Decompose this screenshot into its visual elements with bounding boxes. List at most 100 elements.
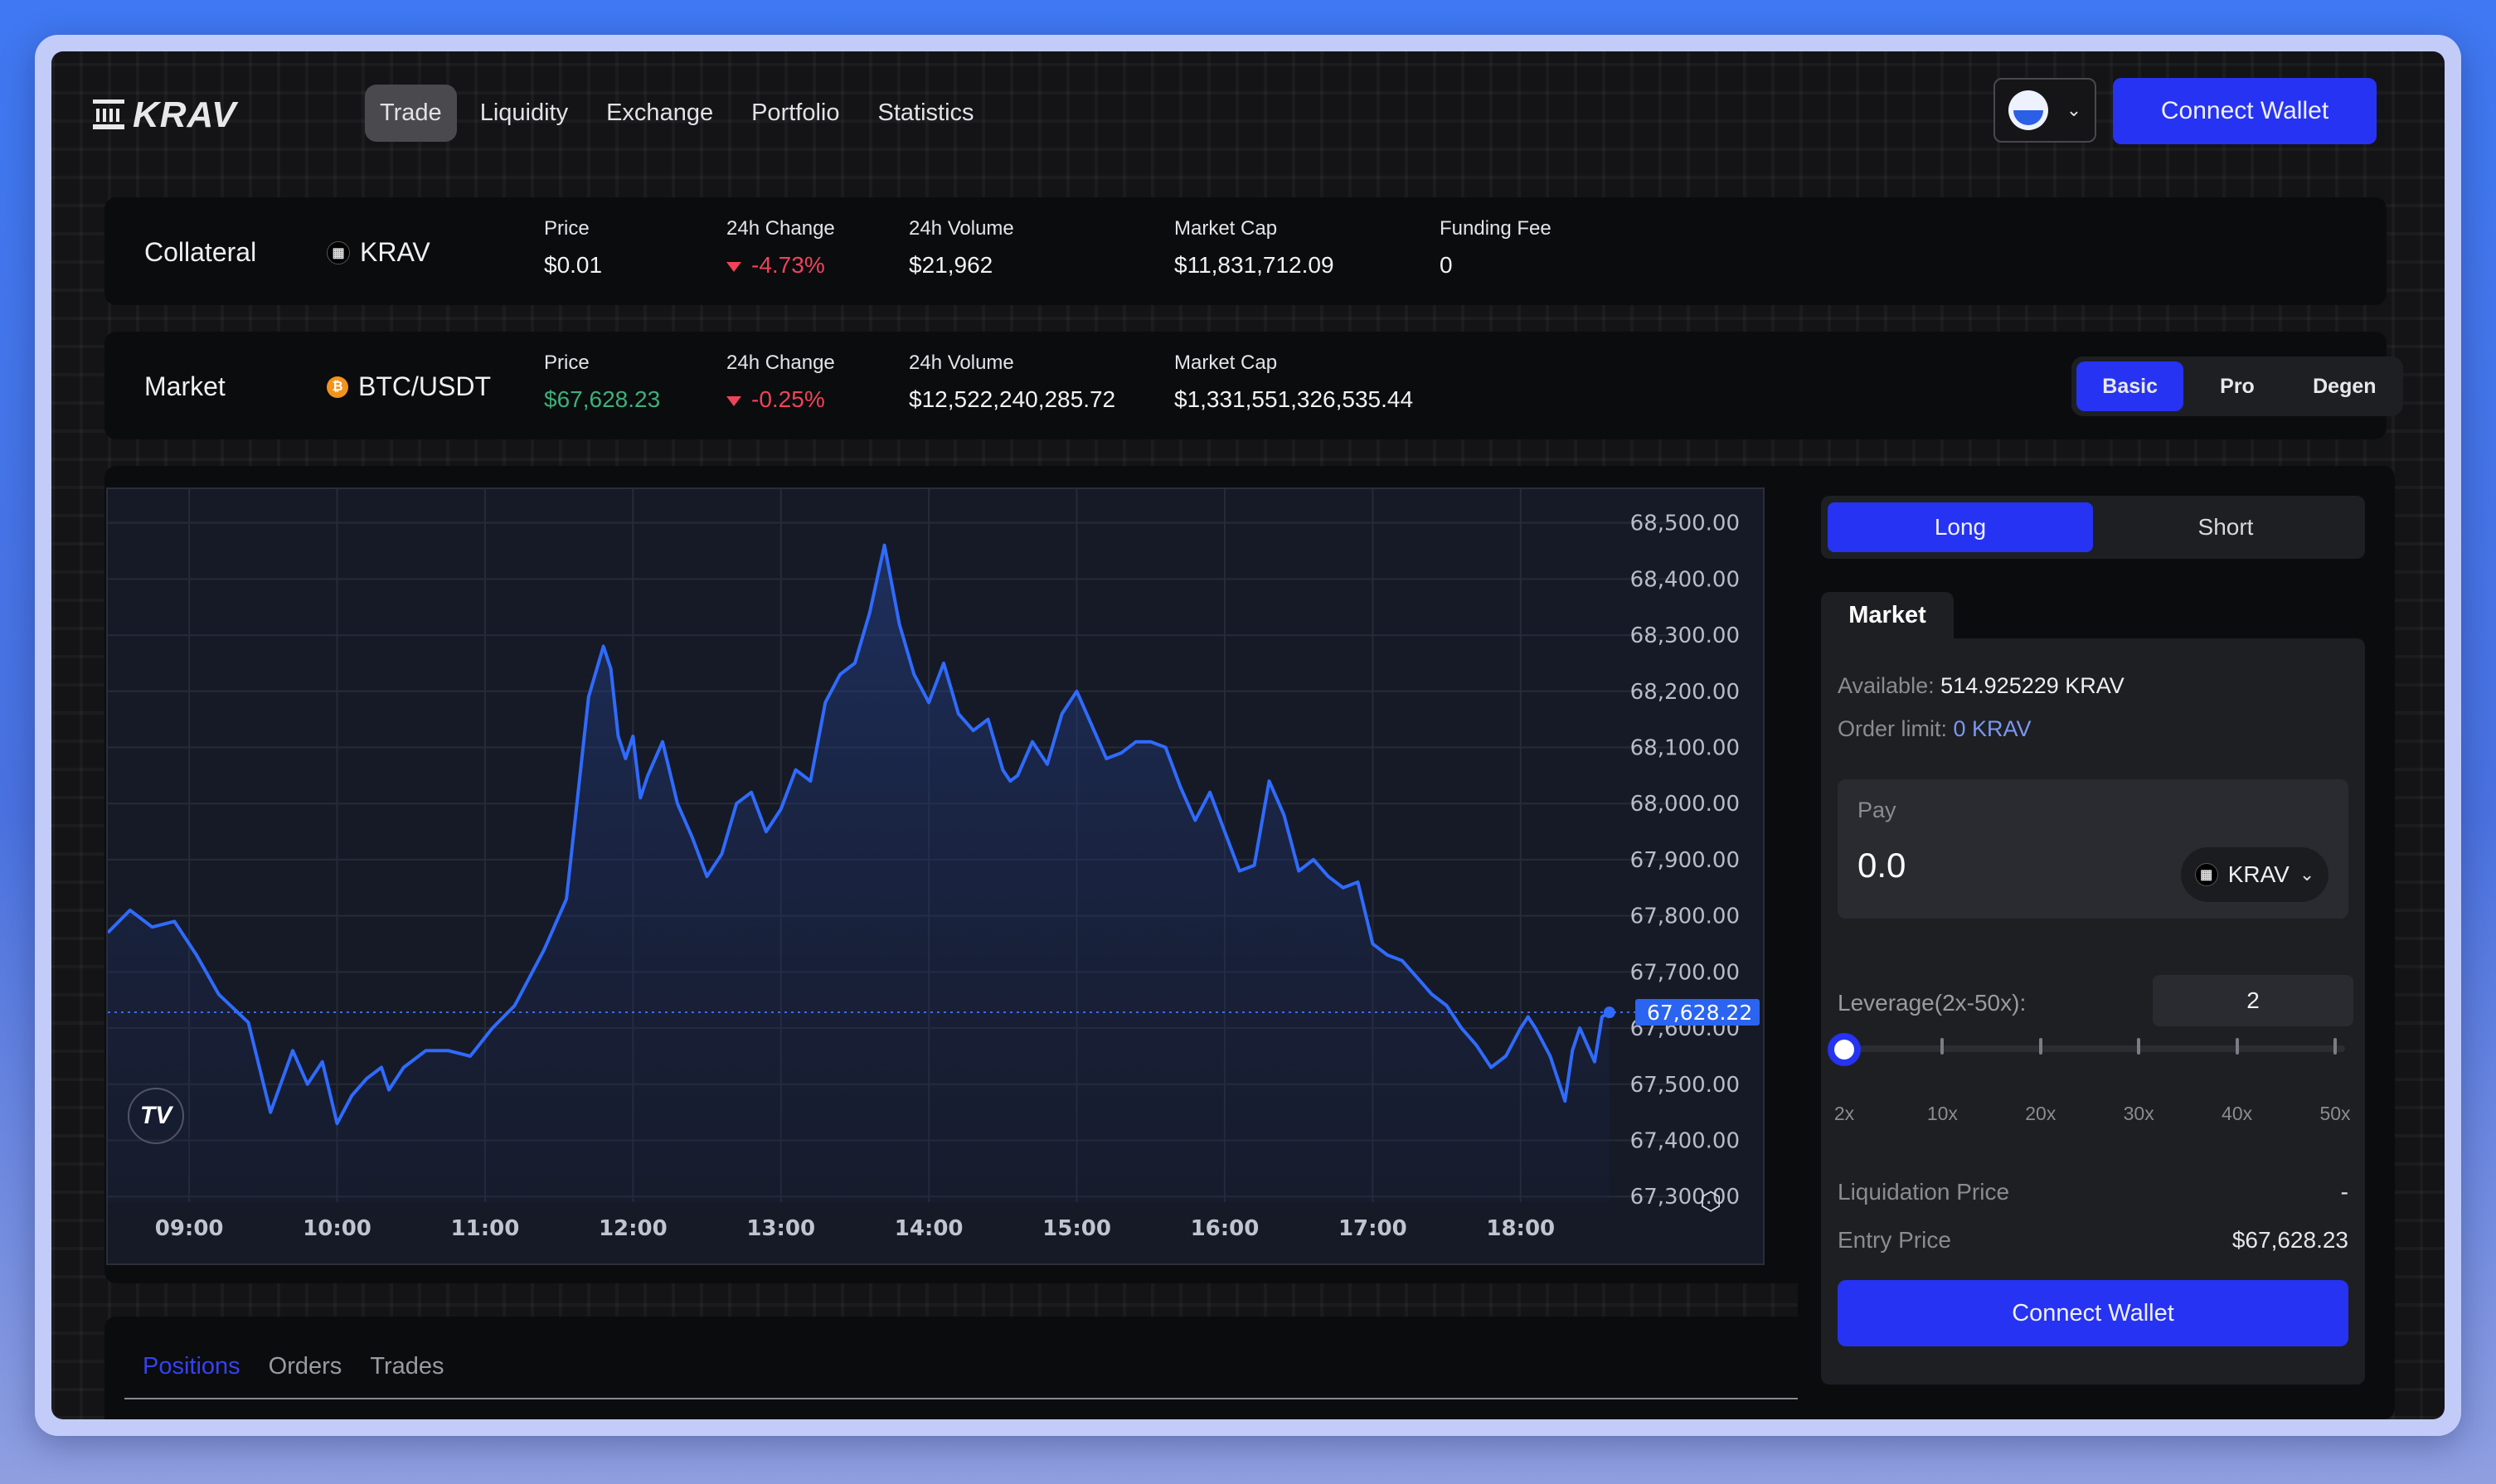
y-tick-label: 67,500.00: [1630, 1073, 1740, 1098]
mode-pro-button[interactable]: Pro: [2183, 361, 2290, 411]
market-asset-name: BTC/USDT: [358, 371, 491, 401]
leverage-tick-label: 40x: [2222, 1103, 2253, 1124]
available-balance: Available: 514.925229 KRAV: [1838, 673, 2125, 699]
mode-basic-button[interactable]: Basic: [2076, 361, 2184, 411]
app-window: KRAV Trade Liquidity Exchange Portfolio …: [51, 51, 2445, 1419]
nav-statistics[interactable]: Statistics: [862, 85, 988, 142]
slider-tick[interactable]: [2038, 1038, 2042, 1055]
price-chart[interactable]: 68,500.00 68,400.00 68,300.00 68,200.00 68,1…: [106, 487, 1765, 1265]
tab-market-order[interactable]: Market: [1821, 592, 1954, 638]
x-tick-label: 11:00: [451, 1216, 520, 1241]
settings-hexagon-icon[interactable]: ⬡: [1700, 1187, 1721, 1216]
pay-token-name: KRAV: [2227, 861, 2290, 887]
order-limit-label: Order limit:: [1838, 716, 1948, 741]
stat-value: $12,522,240,285.72: [909, 386, 1116, 412]
stat-value: -4.73%: [726, 252, 835, 279]
x-tick-label: 15:00: [1042, 1216, 1111, 1241]
y-tick-label: 67,700.00: [1630, 960, 1740, 985]
stat-label: Funding Fee: [1440, 217, 1552, 240]
stat-label: Market Cap: [1174, 352, 1278, 374]
collateral-asset: ▦ KRAV: [327, 237, 430, 268]
leverage-tick-label: 10x: [1926, 1103, 1958, 1124]
collateral-market-cap: Market Cap $11,831,712.09: [1174, 217, 1334, 279]
side-selector: Long Short: [1821, 496, 2365, 559]
nav-trade[interactable]: Trade: [365, 85, 457, 142]
market-market-cap: Market Cap $1,331,551,326,535.44: [1174, 352, 1413, 413]
pay-box: Pay ▦ KRAV ⌄: [1838, 779, 2348, 919]
collateral-24h-volume: 24h Volume $21,962: [909, 217, 1014, 279]
slider-tick[interactable]: [2137, 1038, 2141, 1055]
nav-liquidity[interactable]: Liquidity: [465, 85, 583, 142]
entry-label: Entry Price: [1838, 1227, 1951, 1253]
y-tick-label: 68,400.00: [1630, 567, 1740, 592]
entry-price-row: Entry Price $67,628.23: [1838, 1227, 2348, 1254]
pay-amount-input[interactable]: [1857, 846, 2106, 885]
stat-value: $1,331,551,326,535.44: [1174, 386, 1414, 412]
x-tick-label: 09:00: [155, 1216, 224, 1241]
current-price-label: 67,628.22: [1647, 1001, 1752, 1025]
logo[interactable]: KRAV: [93, 95, 236, 136]
leverage-slider[interactable]: [1828, 1031, 2348, 1066]
down-triangle-icon: [726, 261, 741, 272]
x-tick-label: 12:00: [599, 1216, 668, 1241]
long-button[interactable]: Long: [1828, 502, 2093, 552]
y-tick-label: 67,400.00: [1630, 1129, 1740, 1154]
tradingview-logo-icon[interactable]: TV: [128, 1088, 184, 1144]
network-selector[interactable]: ⌄: [1993, 78, 2096, 143]
collateral-funding-fee: Funding Fee 0: [1440, 217, 1552, 279]
last-price-dot: [1603, 1006, 1615, 1019]
leverage-tick-label: 50x: [2319, 1103, 2351, 1124]
pay-label: Pay: [1857, 798, 1896, 822]
slider-track[interactable]: [1844, 1045, 2345, 1052]
connect-wallet-submit-button[interactable]: Connect Wallet: [1838, 1280, 2348, 1346]
stat-value: $21,962: [909, 252, 993, 278]
available-value: 514.925229 KRAV: [1940, 673, 2125, 698]
entry-value: $67,628.23: [2231, 1227, 2348, 1253]
krav-token-icon: ▦: [2194, 863, 2218, 886]
slider-thumb[interactable]: [1828, 1033, 1861, 1066]
change-value: -4.73%: [751, 252, 825, 278]
collateral-title: Collateral: [144, 237, 257, 267]
stat-label: 24h Change: [726, 352, 835, 374]
mode-degen-button[interactable]: Degen: [2291, 361, 2398, 411]
tab-positions[interactable]: Positions: [143, 1353, 240, 1380]
liquidation-label: Liquidation Price: [1838, 1179, 2010, 1205]
bitcoin-icon: ₿: [327, 376, 348, 398]
tab-orders[interactable]: Orders: [269, 1353, 342, 1380]
order-panel: Long Short Market Available: 514.925229 …: [1798, 466, 2395, 1419]
y-tick-label: 68,300.00: [1630, 623, 1740, 648]
down-triangle-icon: [726, 395, 741, 406]
stat-value: $11,831,712.09: [1174, 252, 1334, 278]
y-tick-label: 67,900.00: [1630, 848, 1740, 873]
market-asset[interactable]: ₿ BTC/USDT: [327, 371, 491, 402]
slider-tick[interactable]: [2333, 1038, 2337, 1055]
change-value: -0.25%: [751, 386, 825, 412]
pay-token-selector[interactable]: ▦ KRAV ⌄: [2181, 847, 2328, 902]
available-label: Available:: [1838, 673, 1935, 698]
stat-label: 24h Volume: [909, 217, 1014, 240]
market-bar: Market ₿ BTC/USDT Price $67,628.23 24h C…: [104, 332, 2403, 439]
collateral-price: Price $0.01: [544, 217, 602, 279]
market-price: Price $67,628.23: [544, 352, 660, 413]
nav-exchange[interactable]: Exchange: [591, 85, 728, 142]
nav-portfolio[interactable]: Portfolio: [736, 85, 854, 142]
leverage-label: Leverage(2x-50x):: [1838, 990, 2027, 1016]
collateral-24h-change: 24h Change -4.73%: [726, 217, 835, 279]
market-title: Market: [144, 371, 226, 401]
leverage-tick-label: 20x: [2025, 1103, 2057, 1124]
x-tick-label: 16:00: [1191, 1216, 1260, 1241]
connect-wallet-button[interactable]: Connect Wallet: [2113, 78, 2377, 144]
short-button[interactable]: Short: [2093, 502, 2358, 552]
slider-tick[interactable]: [2235, 1038, 2239, 1055]
leverage-input[interactable]: [2153, 975, 2353, 1026]
collateral-bar: Collateral ▦ KRAV Price $0.01 24h Change…: [104, 197, 2387, 305]
stat-value: -0.25%: [726, 386, 835, 413]
main-nav: Trade Liquidity Exchange Portfolio Stati…: [365, 85, 989, 142]
leverage-tick-label: 2x: [1833, 1103, 1855, 1124]
y-tick-label: 68,500.00: [1630, 512, 1740, 536]
logo-columns-icon: [93, 99, 124, 131]
tab-trades[interactable]: Trades: [370, 1353, 444, 1380]
liquidation-value: -: [2340, 1179, 2348, 1205]
slider-tick[interactable]: [1940, 1038, 1945, 1055]
price-chart-svg[interactable]: 68,500.00 68,400.00 68,300.00 68,200.00 68,1…: [108, 489, 1763, 1263]
